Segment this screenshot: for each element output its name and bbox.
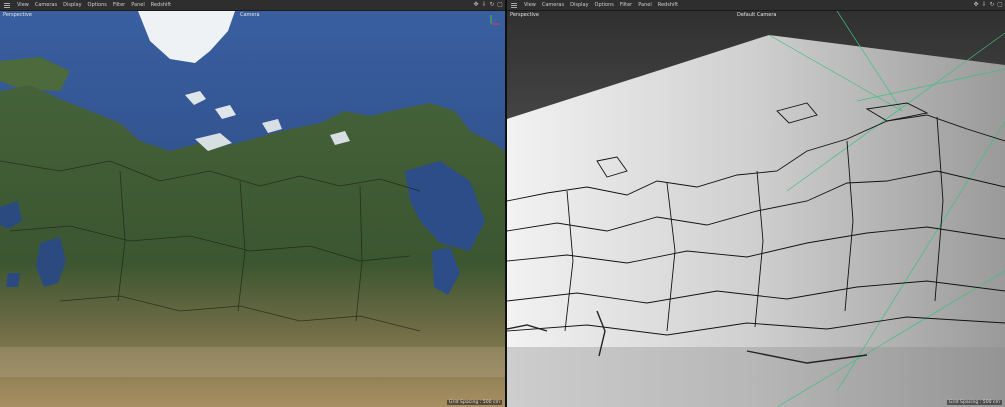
menu-options[interactable]: Options: [592, 0, 617, 10]
menu-redshift[interactable]: Redshift: [148, 0, 174, 10]
menu-options[interactable]: Options: [85, 0, 110, 10]
camera-pan-icon[interactable]: ⇩: [481, 2, 487, 8]
shaded-map-view[interactable]: [507, 11, 1005, 407]
viewport-nav-tools: ✥ ⇩ ↻ ▢: [973, 0, 1003, 10]
menu-display[interactable]: Display: [60, 0, 84, 10]
menu-panel[interactable]: Panel: [635, 0, 655, 10]
viewport-menu-icon[interactable]: [509, 0, 519, 10]
camera-label[interactable]: Default Camera: [737, 12, 776, 18]
grid-spacing: Grid Spacing : 500 cm: [446, 400, 502, 405]
border-relief-plane: [507, 11, 1005, 407]
menu-filter[interactable]: Filter: [110, 0, 128, 10]
menu-redshift[interactable]: Redshift: [655, 0, 681, 10]
grid-spacing: Grid Spacing : 500 cm: [946, 400, 1002, 405]
maximize-icon[interactable]: ▢: [497, 2, 503, 8]
satellite-map: [0, 11, 505, 407]
left-menubar: View Cameras Display Options Filter Pane…: [0, 0, 505, 11]
right-viewport[interactable]: View Cameras Display Options Filter Pane…: [507, 0, 1005, 407]
viewport-menu-icon[interactable]: [2, 0, 12, 10]
view-label: Perspective: [3, 12, 32, 18]
rotate-icon[interactable]: ↻: [989, 2, 995, 8]
menu-display[interactable]: Display: [567, 0, 591, 10]
maximize-icon[interactable]: ▢: [997, 2, 1003, 8]
menu-filter[interactable]: Filter: [617, 0, 635, 10]
right-menubar: View Cameras Display Options Filter Pane…: [507, 0, 1005, 11]
menu-cameras[interactable]: Cameras: [32, 0, 60, 10]
satellite-map-view[interactable]: [0, 11, 505, 407]
move-icon[interactable]: ✥: [973, 2, 979, 8]
axis-gizmo-icon: [490, 15, 500, 25]
menu-cameras[interactable]: Cameras: [539, 0, 567, 10]
camera-pan-icon[interactable]: ⇩: [981, 2, 987, 8]
menu-view[interactable]: View: [521, 0, 539, 10]
viewport-nav-tools: ✥ ⇩ ↻ ▢: [473, 0, 503, 10]
camera-label[interactable]: Camera: [240, 12, 260, 18]
menu-view[interactable]: View: [14, 0, 32, 10]
view-label: Perspective: [510, 12, 539, 18]
left-viewport[interactable]: View Cameras Display Options Filter Pane…: [0, 0, 505, 407]
rotate-icon[interactable]: ↻: [489, 2, 495, 8]
menu-panel[interactable]: Panel: [128, 0, 148, 10]
move-icon[interactable]: ✥: [473, 2, 479, 8]
